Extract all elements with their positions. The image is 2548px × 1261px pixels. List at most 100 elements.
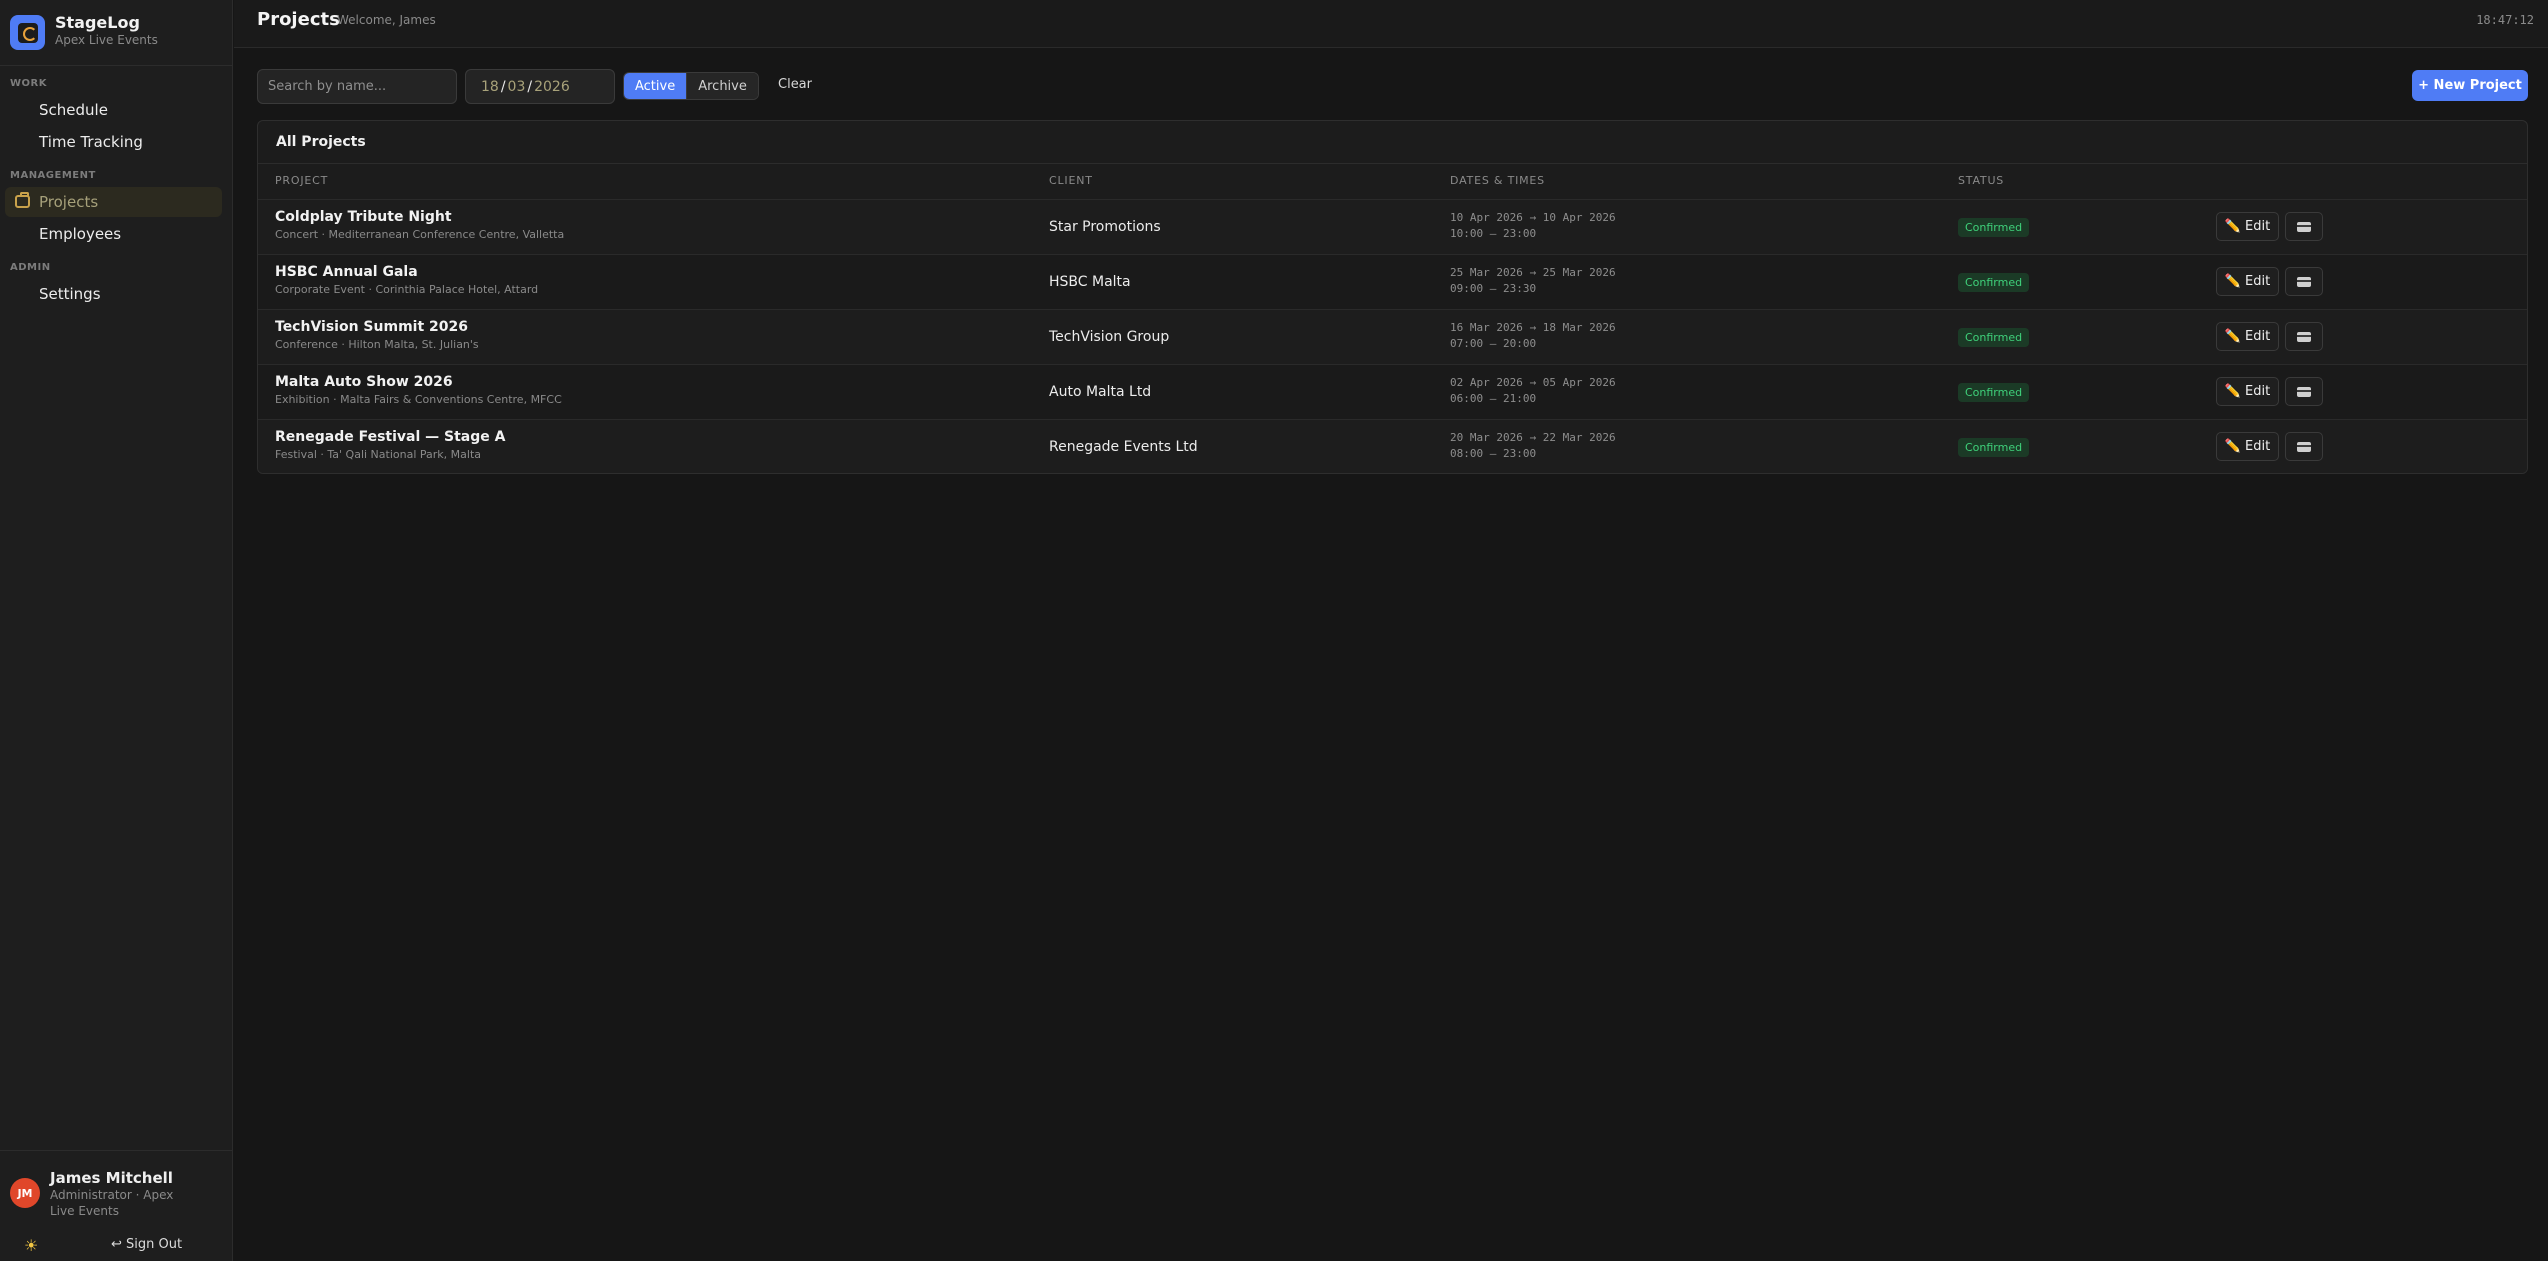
table-header-divider [258, 163, 2527, 164]
sidebar-divider [0, 65, 233, 66]
table-row[interactable]: TechVision Summit 2026 Conference · Hilto… [258, 309, 2527, 364]
avatar[interactable]: JM [10, 1178, 40, 1208]
time-range: 08:00 – 23:00 [1450, 447, 1537, 460]
sidebar-item-label: Time Tracking [39, 133, 143, 151]
archive-box-icon [2297, 386, 2311, 397]
project-name[interactable]: Renegade Festival — Stage A [275, 429, 505, 445]
time-range: 09:00 – 23:30 [1450, 282, 1537, 295]
archive-box-icon [2297, 441, 2311, 452]
user-name: James Mitchell [50, 1169, 173, 1187]
sidebar-item-schedule[interactable]: Schedule [5, 95, 222, 125]
sidebar-bottom-divider [0, 1150, 233, 1151]
project-details: Festival · Ta' Qali National Park, Malta [275, 448, 481, 461]
edit-button[interactable]: ✏️ Edit [2216, 322, 2279, 351]
pencil-icon: ✏️ [2224, 274, 2241, 289]
date-day: 18 [481, 78, 499, 95]
projects-table-card: All Projects PROJECT CLIENT DATES & TIME… [257, 120, 2528, 474]
client-name: HSBC Malta [1049, 274, 1131, 290]
project-details: Corporate Event · Corinthia Palace Hotel… [275, 283, 539, 296]
project-name[interactable]: HSBC Annual Gala [275, 264, 418, 280]
app-name: StageLog [55, 13, 140, 32]
project-dates: 10 Apr 2026 → 10 Apr 2026 10:00 – 23:00 [1450, 210, 1616, 242]
tab-archive[interactable]: Archive [686, 73, 758, 99]
archive-button[interactable] [2285, 377, 2323, 406]
edit-label: Edit [2245, 384, 2271, 399]
edit-button[interactable]: ✏️ Edit [2216, 377, 2279, 406]
date-range: 02 Apr 2026 → 05 Apr 2026 [1450, 376, 1616, 389]
brand[interactable]: StageLog Apex Live Events [10, 11, 230, 51]
archive-box-icon [2297, 221, 2311, 232]
project-dates: 25 Mar 2026 → 25 Mar 2026 09:00 – 23:30 [1450, 265, 1616, 297]
project-dates: 20 Mar 2026 → 22 Mar 2026 08:00 – 23:00 [1450, 430, 1616, 462]
page-title: Projects [257, 9, 340, 30]
briefcase-icon [15, 192, 30, 208]
time-range: 06:00 – 21:00 [1450, 392, 1537, 405]
search-input[interactable] [257, 69, 457, 104]
table-row[interactable]: Coldplay Tribute Night Concert · Mediterr… [258, 199, 2527, 254]
table-row[interactable]: HSBC Annual Gala Corporate Event · Corint… [258, 254, 2527, 309]
project-dates: 02 Apr 2026 → 05 Apr 2026 06:00 – 21:00 [1450, 375, 1616, 407]
pencil-icon: ✏️ [2224, 384, 2241, 399]
tab-active[interactable]: Active [624, 73, 687, 99]
client-name: Star Promotions [1049, 219, 1161, 235]
sidebar-item-label: Projects [39, 193, 99, 211]
clock: 18:47:12 [2476, 13, 2534, 27]
edit-button[interactable]: ✏️ Edit [2216, 432, 2279, 461]
date-filter-input[interactable]: 18 / 03 / 2026 [465, 69, 615, 104]
edit-label: Edit [2245, 274, 2271, 289]
archive-button[interactable] [2285, 432, 2323, 461]
table-row[interactable]: Renegade Festival — Stage A Festival · Ta… [258, 419, 2527, 473]
date-range: 16 Mar 2026 → 18 Mar 2026 [1450, 321, 1616, 334]
sidebar-item-time-tracking[interactable]: Time Tracking [5, 127, 222, 157]
status-badge: Confirmed [1958, 328, 2030, 347]
project-name[interactable]: TechVision Summit 2026 [275, 319, 468, 335]
table-row[interactable]: Malta Auto Show 2026 Exhibition · Malta F… [258, 364, 2527, 419]
project-details: Conference · Hilton Malta, St. Julian's [275, 338, 479, 351]
sidebar-item-label: Schedule [39, 101, 108, 119]
user-role: Administrator · Apex Live Events [50, 1188, 174, 1218]
org-name: Apex Live Events [55, 33, 158, 47]
archive-box-icon [2297, 276, 2311, 287]
status-badge: Confirmed [1958, 383, 2030, 402]
archive-button[interactable] [2285, 212, 2323, 241]
pencil-icon: ✏️ [2224, 439, 2241, 454]
archive-button[interactable] [2285, 267, 2323, 296]
column-header-client: CLIENT [1049, 174, 1093, 187]
clear-button[interactable]: Clear [778, 77, 812, 92]
edit-button[interactable]: ✏️ Edit [2216, 267, 2279, 296]
project-name[interactable]: Malta Auto Show 2026 [275, 374, 453, 390]
time-range: 07:00 – 20:00 [1450, 337, 1537, 350]
pencil-icon: ✏️ [2224, 329, 2241, 344]
topbar: Projects Welcome, James 18:47:12 [234, 0, 2548, 48]
project-details: Concert · Mediterranean Conference Centr… [275, 228, 565, 241]
project-dates: 16 Mar 2026 → 18 Mar 2026 07:00 – 20:00 [1450, 320, 1616, 352]
project-details: Exhibition · Malta Fairs & Conventions C… [275, 393, 562, 406]
sign-out-button[interactable]: ↩ Sign Out [111, 1237, 182, 1252]
sidebar-item-projects[interactable]: Projects [5, 187, 222, 217]
date-range: 10 Apr 2026 → 10 Apr 2026 [1450, 211, 1616, 224]
table-title: All Projects [276, 134, 366, 150]
sun-icon[interactable]: ☀ [24, 1236, 38, 1255]
date-separator: / [500, 78, 506, 95]
date-year: 2026 [534, 78, 570, 95]
status-badge: Confirmed [1958, 438, 2030, 457]
client-name: Auto Malta Ltd [1049, 384, 1152, 400]
project-name[interactable]: Coldplay Tribute Night [275, 209, 452, 225]
status-badge: Confirmed [1958, 218, 2030, 237]
app-logo-icon [10, 15, 45, 50]
time-range: 10:00 – 23:00 [1450, 227, 1537, 240]
date-month: 03 [507, 78, 526, 95]
edit-button[interactable]: ✏️ Edit [2216, 212, 2279, 241]
edit-label: Edit [2245, 439, 2271, 454]
sidebar-item-employees[interactable]: Employees [5, 219, 222, 249]
column-header-dates: DATES & TIMES [1450, 174, 1545, 187]
new-project-button[interactable]: + New Project [2412, 70, 2528, 101]
sidebar-item-settings[interactable]: Settings [5, 279, 222, 309]
archive-box-icon [2297, 331, 2311, 342]
sidebar-item-label: Employees [39, 225, 122, 243]
status-badge: Confirmed [1958, 273, 2030, 292]
edit-label: Edit [2245, 329, 2271, 344]
date-range: 20 Mar 2026 → 22 Mar 2026 [1450, 431, 1616, 444]
date-range: 25 Mar 2026 → 25 Mar 2026 [1450, 266, 1616, 279]
archive-button[interactable] [2285, 322, 2323, 351]
